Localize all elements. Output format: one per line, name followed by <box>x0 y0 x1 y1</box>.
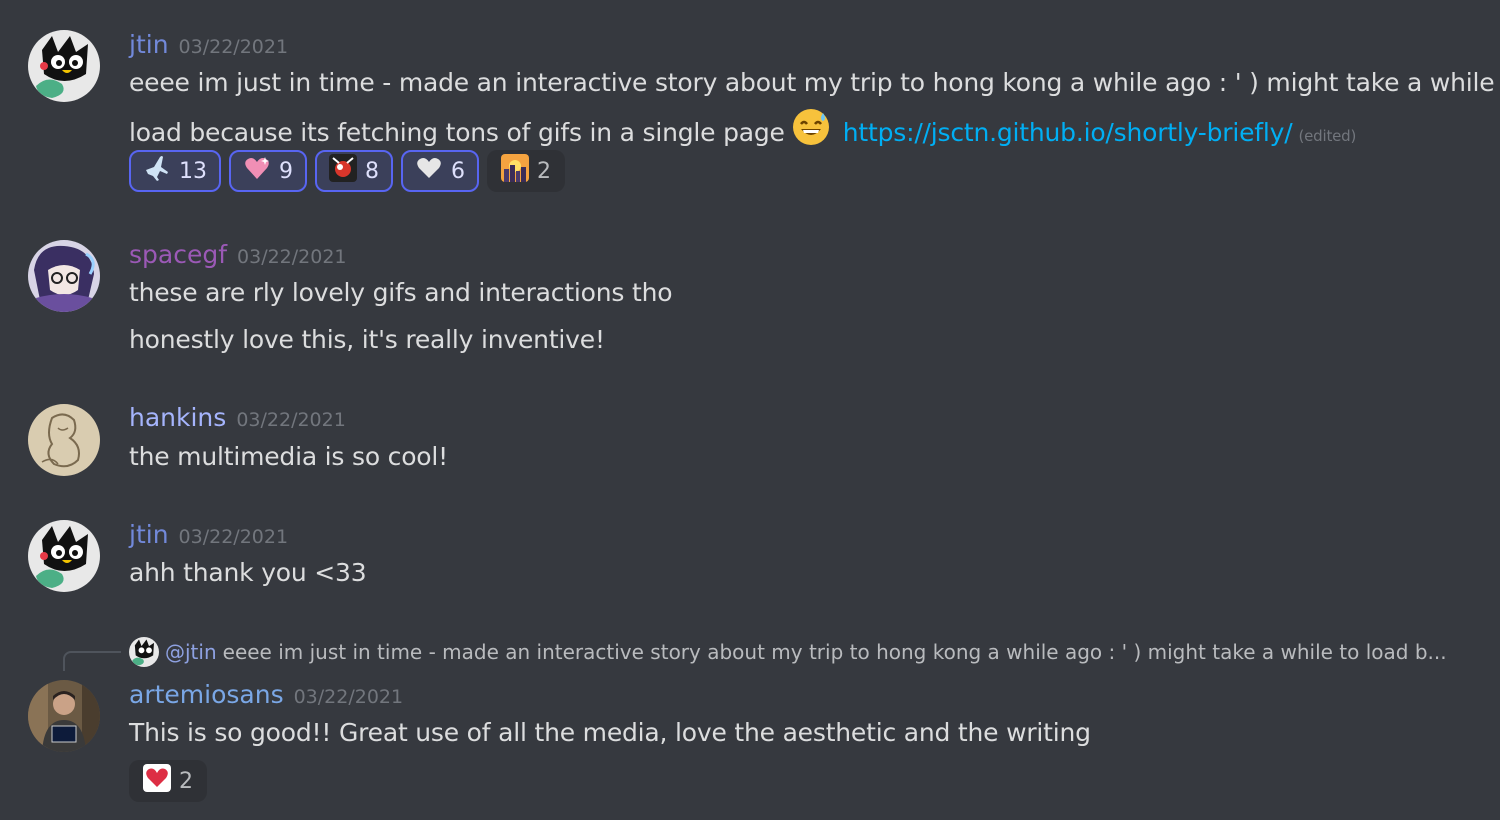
reaction-count: 13 <box>179 158 207 184</box>
custom-emoji <box>329 154 357 188</box>
timestamp: 03/22/2021 <box>236 409 346 431</box>
reaction[interactable]: 6 <box>401 150 479 192</box>
reaction[interactable]: 2 <box>487 150 565 192</box>
white-heart-emoji <box>415 154 443 188</box>
reply-mention[interactable]: @jtin <box>165 640 217 664</box>
reaction[interactable]: 2 <box>129 760 207 802</box>
edited-label: (edited) <box>1298 127 1357 145</box>
timestamp: 03/22/2021 <box>178 36 289 58</box>
username[interactable]: spacegf <box>129 240 227 269</box>
reply-spine <box>63 651 121 671</box>
timestamp: 03/22/2021 <box>237 246 347 268</box>
username[interactable]: jtin <box>129 520 169 549</box>
sunrise-city-emoji <box>501 154 529 188</box>
reaction[interactable]: 8 <box>315 150 393 192</box>
username[interactable]: jtin <box>129 30 169 59</box>
reaction-count: 8 <box>365 158 379 184</box>
reaction[interactable]: 9 <box>229 150 307 192</box>
reaction-count: 9 <box>279 158 293 184</box>
username[interactable]: artemiosans <box>129 680 284 709</box>
timestamp: 03/22/2021 <box>293 686 404 708</box>
reactions-bar: 13 9 8 6 2 <box>129 150 565 192</box>
reaction-count: 2 <box>537 158 551 184</box>
airplane-emoji <box>143 154 171 188</box>
timestamp: 03/22/2021 <box>178 526 289 548</box>
message-header: jtin 03/22/2021 <box>129 520 288 549</box>
avatar[interactable] <box>28 30 100 102</box>
reply-text: eeee im just in time - made an interacti… <box>222 640 1447 664</box>
reactions-bar: 2 <box>129 760 207 802</box>
message-text: these are rly lovely gifs and interactio… <box>129 278 673 307</box>
avatar[interactable] <box>28 520 100 592</box>
avatar[interactable] <box>28 680 100 752</box>
message-header: artemiosans 03/22/2021 <box>129 680 403 709</box>
sparkling-heart-emoji <box>243 154 271 188</box>
reply-avatar <box>129 637 159 667</box>
message-link[interactable]: https://jsctn.github.io/shortly-briefly/ <box>843 118 1293 147</box>
reaction[interactable]: 13 <box>129 150 221 192</box>
message-text: ahh thank you <33 <box>129 558 367 587</box>
message-text: load because its fetching tons of gifs i… <box>129 107 1356 153</box>
message-header: hankins 03/22/2021 <box>129 403 346 432</box>
reply-preview[interactable]: @jtin eeee im just in time - made an int… <box>129 637 1447 667</box>
message-text: This is so good!! Great use of all the m… <box>129 718 1091 747</box>
message-text: honestly love this, it's really inventiv… <box>129 325 605 354</box>
message-text-segment: load because its fetching tons of gifs i… <box>129 118 785 147</box>
avatar[interactable] <box>28 240 100 312</box>
reaction-count: 6 <box>451 158 465 184</box>
message-header: jtin 03/22/2021 <box>129 30 288 59</box>
message-text: eeee im just in time - made an interacti… <box>129 68 1500 97</box>
red-heart-emoji <box>143 764 171 798</box>
avatar[interactable] <box>28 404 100 476</box>
message-header: spacegf 03/22/2021 <box>129 240 347 269</box>
reaction-count: 2 <box>179 768 193 794</box>
grinning-sweat-emoji <box>791 107 831 153</box>
username[interactable]: hankins <box>129 403 226 432</box>
message-text: the multimedia is so cool! <box>129 442 448 471</box>
